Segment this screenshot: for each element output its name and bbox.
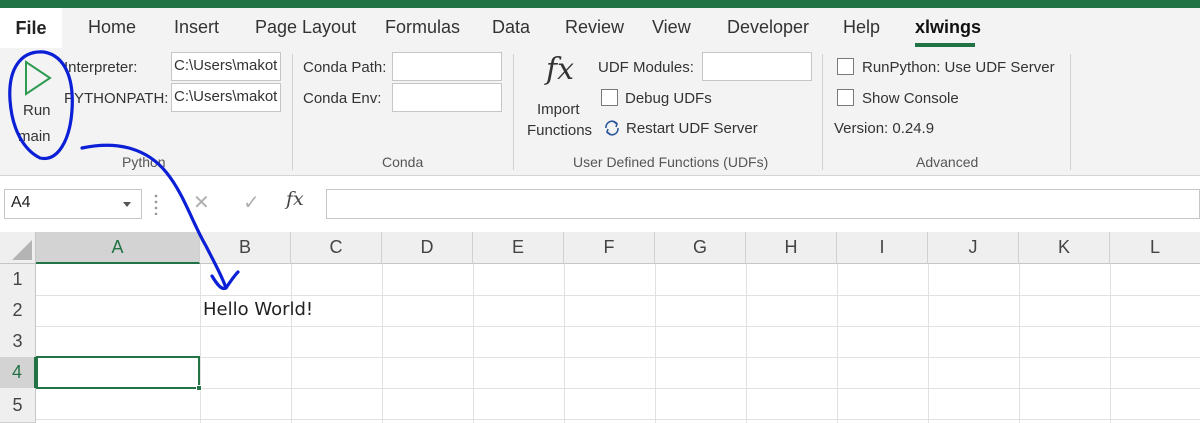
show-console-checkbox[interactable] <box>837 89 854 106</box>
group-separator <box>292 54 293 170</box>
import-functions-label-2: Functions <box>527 122 593 139</box>
show-console-label: Show Console <box>862 90 959 107</box>
restart-udf-server-button[interactable]: Restart UDF Server <box>626 120 758 137</box>
gridline <box>36 357 1200 358</box>
cancel-icon[interactable]: ✕ <box>193 190 210 215</box>
cell-b2[interactable]: Hello World! <box>203 299 313 320</box>
gridline <box>837 264 838 423</box>
group-label-advanced: Advanced <box>916 154 979 170</box>
ribbon-tabs: File Home Insert Page Layout Formulas Da… <box>0 8 1200 48</box>
title-bar-strip <box>0 0 1200 8</box>
tab-view[interactable]: View <box>652 17 691 38</box>
import-functions-label-1: Import <box>537 101 580 118</box>
group-label-conda: Conda <box>382 154 424 170</box>
tab-insert[interactable]: Insert <box>174 17 219 38</box>
gridline <box>564 264 565 423</box>
gridline <box>1019 264 1020 423</box>
row-header-4[interactable]: 4 <box>0 357 36 389</box>
column-header-c[interactable]: C <box>291 232 382 264</box>
group-separator <box>822 54 823 170</box>
debug-udfs-checkbox[interactable] <box>601 89 618 106</box>
ribbon-xlwings: Run main Interpreter: C:\Users\makot PYT… <box>0 48 1200 176</box>
fx-icon: fx <box>546 52 575 87</box>
column-header-l[interactable]: L <box>1110 232 1200 264</box>
select-all-button[interactable] <box>0 232 36 264</box>
tab-home[interactable]: Home <box>88 17 136 38</box>
group-separator <box>1070 54 1071 170</box>
version-label: Version: 0.24.9 <box>834 120 935 137</box>
group-separator <box>513 54 514 170</box>
group-label-udfs: User Defined Functions (UDFs) <box>573 154 769 170</box>
gridline <box>36 326 1200 327</box>
gridline <box>36 295 1200 296</box>
column-header-h[interactable]: H <box>746 232 837 264</box>
tab-formulas[interactable]: Formulas <box>385 17 460 38</box>
debug-udfs-label: Debug UDFs <box>625 90 712 107</box>
conda-path-label: Conda Path: <box>303 59 387 76</box>
import-functions-button[interactable]: fx Import Functions <box>524 52 596 144</box>
conda-env-field[interactable] <box>392 83 502 112</box>
active-tab-indicator <box>915 43 975 47</box>
gridline <box>382 264 383 423</box>
column-header-f[interactable]: F <box>564 232 655 264</box>
runpython-udf-server-label: RunPython: Use UDF Server <box>862 59 1055 76</box>
tab-xlwings[interactable]: xlwings <box>915 17 981 38</box>
gridline <box>928 264 929 423</box>
tab-file[interactable]: File <box>0 8 62 48</box>
column-header-k[interactable]: K <box>1019 232 1110 264</box>
pythonpath-label: PYTHONPATH: <box>64 90 169 107</box>
group-label-python: Python <box>122 154 166 170</box>
column-header-b[interactable]: B <box>200 232 291 264</box>
gridline <box>36 388 1200 389</box>
gridline <box>1110 264 1111 423</box>
tab-page-layout[interactable]: Page Layout <box>255 17 356 38</box>
column-header-i[interactable]: I <box>837 232 928 264</box>
row-header-2[interactable]: 2 <box>0 295 36 327</box>
enter-icon[interactable]: ✓ <box>243 190 260 215</box>
row-header-3[interactable]: 3 <box>0 326 36 358</box>
column-header-g[interactable]: G <box>655 232 746 264</box>
name-box-value: A4 <box>11 194 31 211</box>
refresh-icon[interactable] <box>602 118 622 138</box>
gridline <box>473 264 474 423</box>
formula-input[interactable] <box>326 189 1200 219</box>
tab-review[interactable]: Review <box>565 17 624 38</box>
column-header-e[interactable]: E <box>473 232 564 264</box>
worksheet-grid: A B C D E F G H I J K L 1 2 3 4 5 Hello … <box>0 232 1200 423</box>
column-header-d[interactable]: D <box>382 232 473 264</box>
interpreter-label: Interpreter: <box>64 59 138 76</box>
tab-developer[interactable]: Developer <box>727 17 809 38</box>
fill-handle[interactable] <box>196 385 202 391</box>
gridline <box>746 264 747 423</box>
pythonpath-field[interactable]: C:\Users\makot <box>171 83 281 112</box>
run-main-button[interactable]: Run main <box>8 54 62 145</box>
row-header-5[interactable]: 5 <box>0 388 36 423</box>
chevron-down-icon[interactable] <box>123 202 131 207</box>
insert-function-icon[interactable]: fx <box>286 188 304 210</box>
formula-bar-grip-icon <box>154 193 158 215</box>
column-header-a[interactable]: A <box>36 232 200 264</box>
formula-bar: A4 ✕ ✓ fx <box>0 176 1200 232</box>
column-header-j[interactable]: J <box>928 232 1019 264</box>
gridline <box>36 419 1200 420</box>
tab-data[interactable]: Data <box>492 17 530 38</box>
row-header-1[interactable]: 1 <box>0 264 36 296</box>
runpython-udf-server-checkbox[interactable] <box>837 58 854 75</box>
gridline <box>200 264 201 423</box>
gridline <box>655 264 656 423</box>
run-main-label-2: main <box>18 128 51 145</box>
name-box[interactable]: A4 <box>4 189 142 219</box>
interpreter-field[interactable]: C:\Users\makot <box>171 52 281 81</box>
active-cell-a4[interactable] <box>36 356 202 391</box>
conda-env-label: Conda Env: <box>303 90 382 107</box>
udf-modules-label: UDF Modules: <box>598 59 694 76</box>
udf-modules-field[interactable] <box>702 52 812 81</box>
run-main-label-1: Run <box>23 102 51 119</box>
gridline <box>291 264 292 423</box>
play-icon <box>25 60 52 96</box>
conda-path-field[interactable] <box>392 52 502 81</box>
tab-help[interactable]: Help <box>843 17 880 38</box>
